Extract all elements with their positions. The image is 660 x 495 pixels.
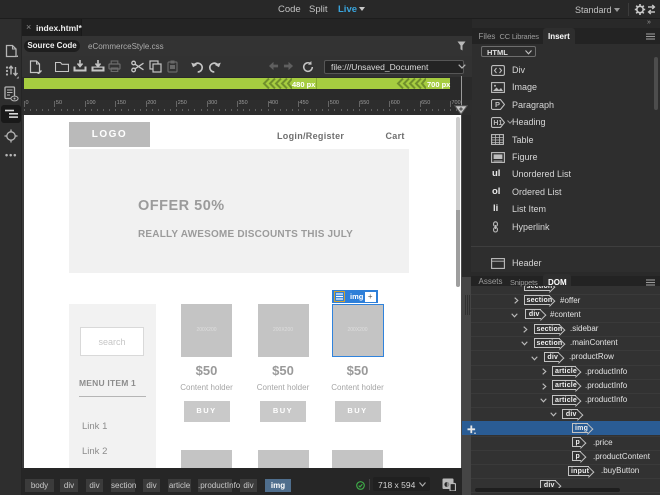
svg-text:P: P (495, 100, 500, 109)
svg-text:H1: H1 (493, 120, 502, 127)
